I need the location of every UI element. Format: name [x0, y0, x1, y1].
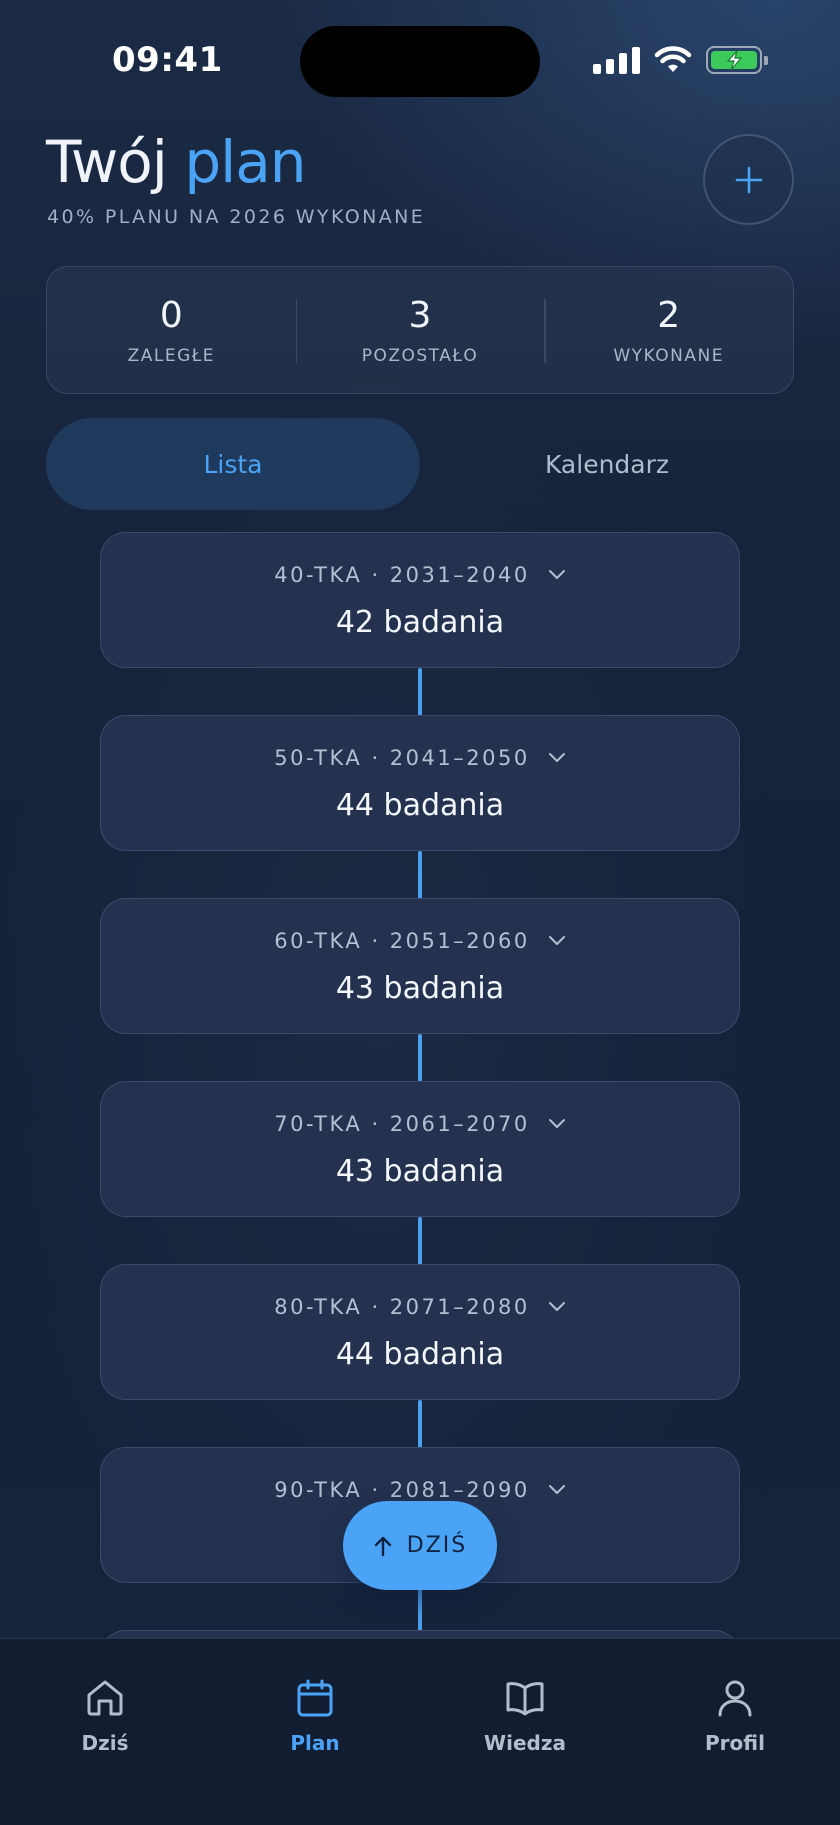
decade-label: 70-TKA · 2061–2070: [274, 1112, 530, 1136]
decade-label: 60-TKA · 2051–2060: [274, 929, 530, 953]
home-icon: [87, 1680, 123, 1716]
timeline-connector: [418, 1217, 422, 1265]
decade-label: 50-TKA · 2041–2050: [274, 746, 530, 770]
decade-count: 44 badania: [335, 1337, 505, 1372]
chevron-down-icon: [548, 753, 565, 762]
nav-item-today[interactable]: Dziś: [0, 1639, 210, 1825]
nav-label: Dziś: [81, 1731, 129, 1755]
decade-card[interactable]: 70-TKA · 2061–2070 43 badania: [100, 1081, 740, 1217]
decade-card[interactable]: 80-TKA · 2071–2080 44 badania: [100, 1264, 740, 1400]
nav-item-knowledge[interactable]: Wiedza: [420, 1639, 630, 1825]
nav-item-plan[interactable]: Plan: [210, 1639, 420, 1825]
decade-label: 90-TKA · 2081–2090: [274, 1478, 530, 1502]
arrow-up-icon: [374, 1536, 391, 1556]
timeline-connector: [418, 1583, 422, 1631]
decade-card[interactable]: 50-TKA · 2041–2050 44 badania: [100, 715, 740, 851]
nav-label: Profil: [705, 1731, 765, 1755]
chevron-down-icon: [548, 1119, 565, 1128]
decade-count: 43 badania: [335, 971, 505, 1006]
chevron-down-icon: [548, 1485, 565, 1494]
decade-count: 43 badania: [335, 1154, 505, 1189]
timeline-connector: [418, 1034, 422, 1082]
bottom-nav: Dziś Plan Wiedza Profil: [0, 1638, 840, 1825]
decade-card[interactable]: 40-TKA · 2031–2040 42 badania: [100, 532, 740, 668]
decade-label: 80-TKA · 2071–2080: [274, 1295, 530, 1319]
nav-label: Plan: [290, 1731, 340, 1755]
timeline-connector: [418, 1400, 422, 1448]
user-icon: [718, 1680, 752, 1717]
chevron-down-icon: [548, 936, 565, 945]
decade-card[interactable]: 60-TKA · 2051–2060 43 badania: [100, 898, 740, 1034]
nav-item-profile[interactable]: Profil: [630, 1639, 840, 1825]
decade-count: 42 badania: [335, 605, 505, 640]
chevron-down-icon: [548, 570, 565, 579]
book-icon: [506, 1682, 544, 1716]
chevron-down-icon: [548, 1302, 565, 1311]
nav-label: Wiedza: [484, 1731, 566, 1755]
timeline-connector: [418, 668, 422, 716]
calendar-icon: [297, 1679, 333, 1717]
timeline-connector: [418, 851, 422, 899]
decade-label: 40-TKA · 2031–2040: [274, 563, 530, 587]
scroll-to-today-label: DZIŚ: [406, 1533, 468, 1558]
decade-count: 44 badania: [335, 788, 505, 823]
scroll-to-today-button[interactable]: DZIŚ: [343, 1501, 497, 1590]
